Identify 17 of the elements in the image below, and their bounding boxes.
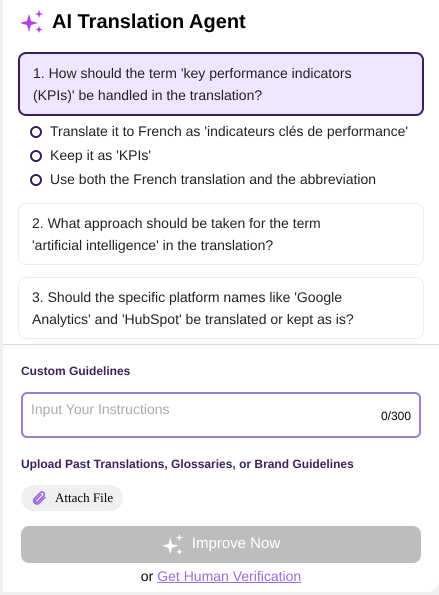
question-card[interactable]: 1. How should the term 'key performance indicators (KPIs)' be handled in the translation? [18, 52, 424, 116]
paperclip-icon [31, 490, 47, 506]
question-card[interactable]: 2. What approach should be taken for the term 'artificial intelligence' in the translation? [18, 203, 424, 265]
option-radio[interactable]: Use both the French translation and the abbreviation [30, 170, 424, 189]
app-title: AI Translation Agent [52, 10, 246, 35]
option-label: Use both the French translation and the abbreviation [50, 170, 376, 189]
or-text: or [140, 567, 154, 586]
section-label: Custom Guidelines [21, 363, 132, 380]
character-counter: 0/300 [380, 408, 411, 425]
question-card[interactable]: 3. Should the specific platform names like 'Google Analytics' and 'HubSpot' be translated or kept as is? [18, 277, 424, 339]
section-label: Upload Past Translations, Glossaries, or Brand Guidelines [21, 456, 355, 473]
sparkle-icon [20, 10, 44, 34]
option-label: Keep it as 'KPIs' [50, 146, 152, 165]
attach-file-button[interactable]: Attach File [21, 485, 124, 511]
human-verification-link[interactable]: Get Human Verification [157, 566, 302, 587]
option-radio[interactable]: Keep it as 'KPIs' [30, 146, 424, 165]
sparkle-icon [162, 534, 184, 556]
